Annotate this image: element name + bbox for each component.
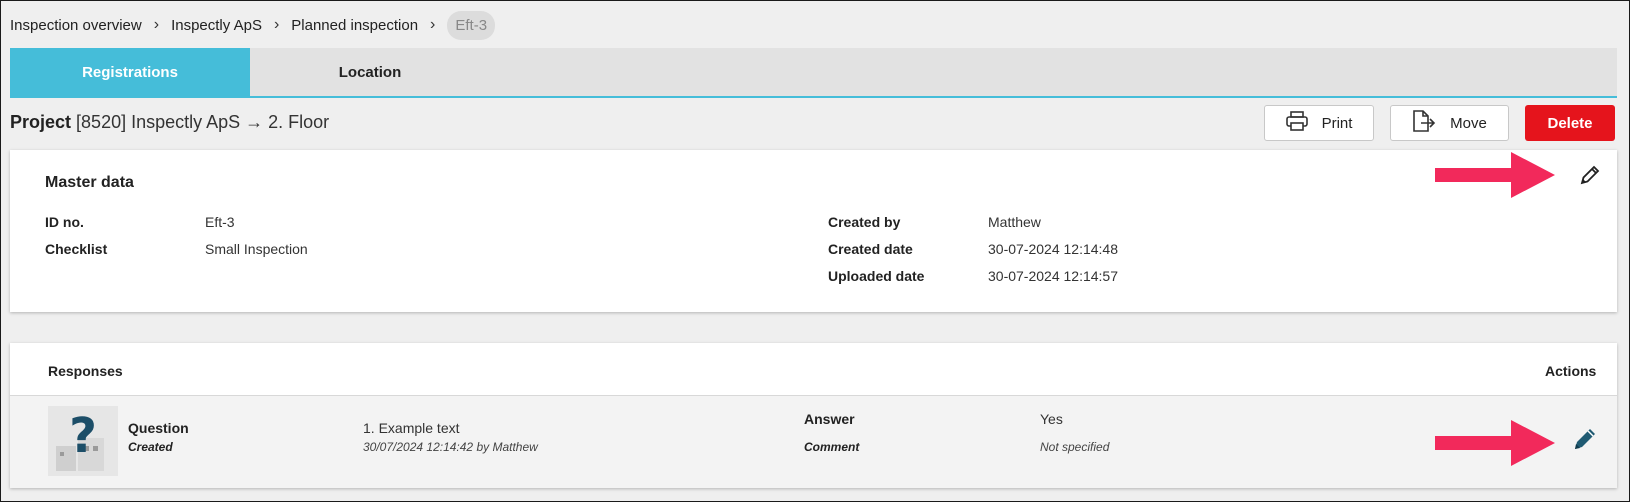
- breadcrumb-planned-inspection[interactable]: Planned inspection: [291, 17, 418, 34]
- field-value-checklist: Small Inspection: [205, 241, 308, 257]
- edit-response-pencil-icon[interactable]: [1572, 426, 1598, 457]
- master-data-card: Master data ID no. Eft-3 Checklist Small…: [10, 150, 1617, 312]
- svg-text:?: ?: [69, 408, 97, 464]
- tab-bar: Registrations Location: [10, 48, 1617, 98]
- question-timestamp: 30/07/2024 12:14:42 by Matthew: [363, 440, 538, 454]
- chevron-right-icon: ›: [273, 16, 280, 33]
- move-button[interactable]: Move: [1390, 105, 1509, 141]
- field-label-created-date: Created date: [828, 241, 913, 257]
- breadcrumb-inspectly-aps[interactable]: Inspectly ApS: [171, 17, 262, 34]
- breadcrumb: Inspection overview › Inspectly ApS › Pl…: [10, 10, 496, 40]
- question-status: Created: [128, 440, 173, 454]
- responses-title: Responses: [48, 363, 123, 379]
- move-document-icon: [1412, 110, 1450, 136]
- delete-button[interactable]: Delete: [1525, 105, 1615, 141]
- response-thumbnail[interactable]: ?: [48, 406, 118, 476]
- breadcrumb-inspection-overview[interactable]: Inspection overview: [10, 17, 142, 34]
- field-label-uploaded-date: Uploaded date: [828, 268, 925, 284]
- field-value-id: Eft-3: [205, 214, 235, 230]
- project-label: Project: [10, 112, 72, 132]
- printer-icon: [1285, 111, 1322, 135]
- responses-card: Responses Actions ? Question Created 1. …: [10, 343, 1617, 488]
- actions-title: Actions: [1545, 363, 1597, 379]
- field-label-id: ID no.: [45, 214, 84, 230]
- answer-value: Yes: [1040, 411, 1063, 427]
- comment-value: Not specified: [1040, 440, 1110, 454]
- question-text: 1. Example text: [363, 420, 460, 436]
- edit-master-data-pencil-icon[interactable]: [1579, 164, 1601, 191]
- chevron-right-icon: ›: [430, 16, 436, 33]
- response-row[interactable]: ? Question Created 1. Example text 30/07…: [10, 396, 1617, 488]
- annotation-arrow-icon: [1435, 152, 1555, 198]
- annotation-arrow-icon: [1435, 420, 1555, 466]
- responses-header: Responses Actions: [10, 343, 1617, 396]
- chevron-right-icon: ›: [153, 16, 160, 33]
- tab-location[interactable]: Location: [250, 48, 490, 96]
- field-value-created-by: Matthew: [988, 214, 1041, 230]
- comment-label: Comment: [804, 440, 860, 454]
- field-label-checklist: Checklist: [45, 241, 108, 257]
- page-title: Project [8520] Inspectly ApS → 2. Floor: [10, 112, 329, 133]
- move-label: Move: [1450, 114, 1487, 132]
- answer-label: Answer: [804, 411, 855, 427]
- breadcrumb-current: Eft-3: [447, 10, 496, 40]
- project-path: [8520] Inspectly ApS → 2. Floor: [76, 112, 330, 132]
- tab-registrations[interactable]: Registrations: [10, 48, 250, 96]
- print-button[interactable]: Print: [1264, 105, 1374, 141]
- field-label-created-by: Created by: [828, 214, 901, 230]
- field-value-uploaded-date: 30-07-2024 12:14:57: [988, 268, 1118, 284]
- master-data-title: Master data: [45, 174, 134, 191]
- field-value-created-date: 30-07-2024 12:14:48: [988, 241, 1118, 257]
- print-label: Print: [1321, 114, 1353, 132]
- question-label: Question: [128, 420, 189, 436]
